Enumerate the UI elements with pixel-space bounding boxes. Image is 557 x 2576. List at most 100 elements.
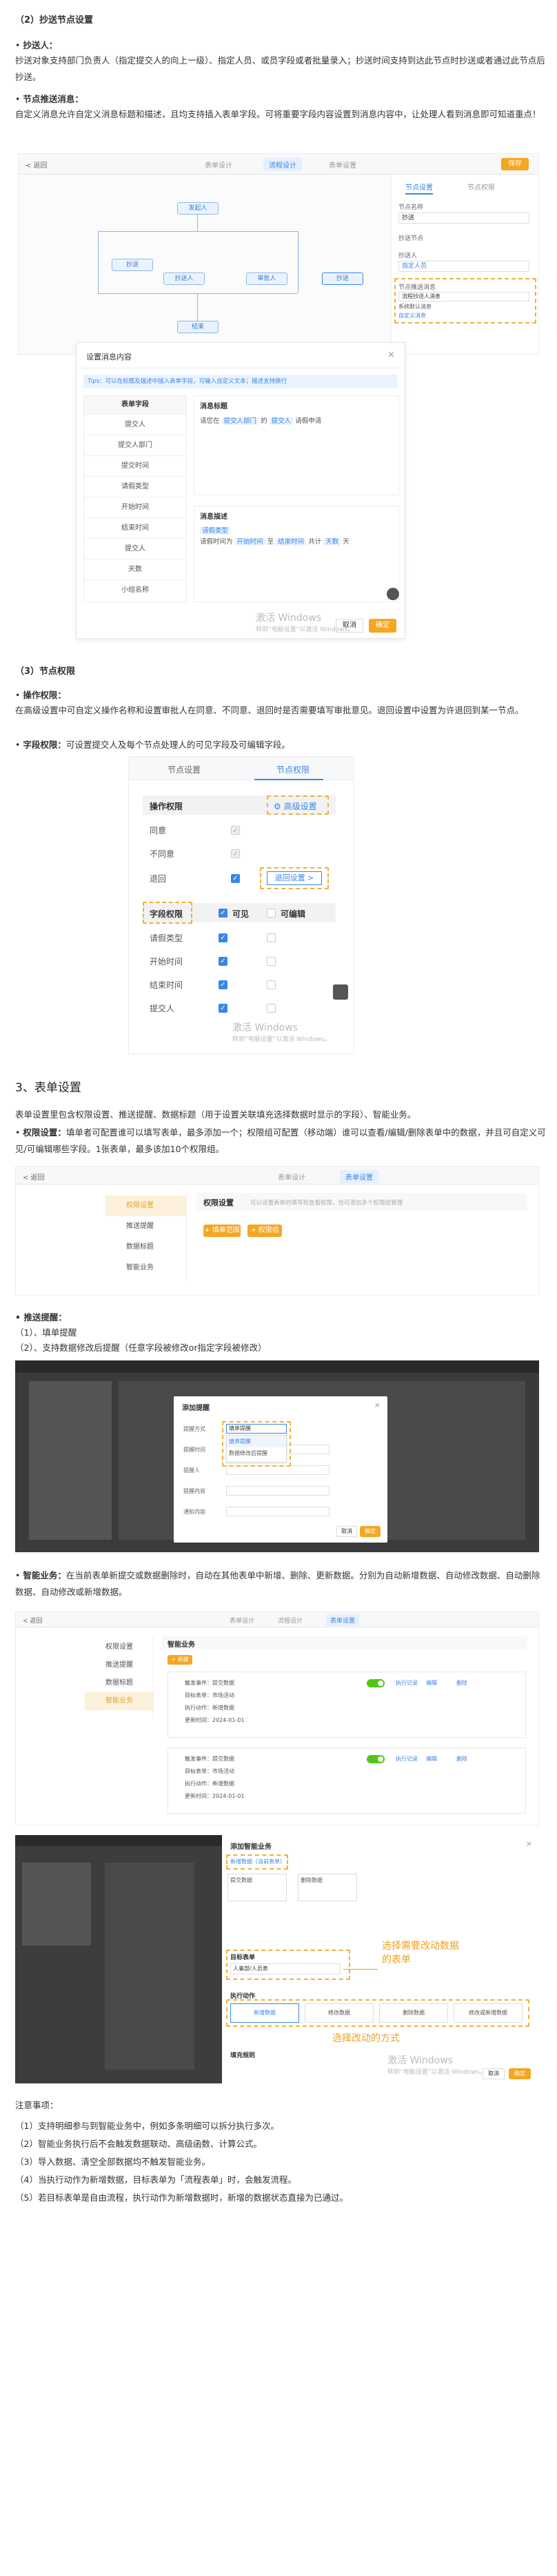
sidebar-item[interactable]: 智能业务 [105, 1258, 186, 1278]
exec-option[interactable]: 修改或新增数据 [454, 2003, 523, 2023]
field-list-item[interactable]: 结束时间 [84, 517, 186, 538]
exec-option[interactable]: 新增数据 [230, 2003, 299, 2023]
sidebar-item[interactable]: 数据标题 [85, 1674, 153, 1692]
back-link[interactable]: < 返回 [26, 159, 48, 170]
field-chip[interactable]: 提交人 [269, 417, 294, 425]
close-icon[interactable]: × [387, 350, 395, 360]
ok-button[interactable]: 确定 [369, 619, 396, 633]
card-action[interactable]: 编辑 [426, 1679, 437, 1687]
card-action[interactable]: 编辑 [426, 1755, 437, 1763]
reminder-type-select[interactable]: 填单提醒 [226, 1424, 287, 1434]
field-list-item[interactable]: 天数 [84, 559, 186, 579]
sidebar-item[interactable]: 权限设置 [105, 1196, 186, 1216]
sidebar-item[interactable]: 推送提醒 [105, 1216, 186, 1237]
visible-checkbox[interactable]: ✓ [219, 957, 227, 966]
tab-node-permission[interactable]: 节点权限 [276, 764, 310, 775]
field-list-item[interactable]: 提交人 [84, 414, 186, 435]
field-list-item[interactable]: 提交人 [84, 538, 186, 559]
add-perm-group-button[interactable]: + 权限组 [247, 1225, 282, 1237]
tab-node-settings[interactable]: 节点设置 [168, 764, 201, 775]
flow-node[interactable]: 抄送 [112, 259, 153, 271]
form-input[interactable] [226, 1486, 330, 1496]
scroll-icon[interactable] [333, 984, 348, 1000]
trigger-tab[interactable]: 新增数据（当前表单） [230, 1858, 285, 1865]
field-chip[interactable]: 提交人部门 [221, 417, 259, 425]
push-message-select[interactable]: 流程抄送人消息 [398, 292, 529, 301]
form-input[interactable] [226, 1507, 330, 1516]
dropdown-option[interactable]: 填单提醒 [227, 1436, 286, 1447]
ok-button[interactable]: 确定 [509, 2068, 531, 2079]
card-action[interactable]: 删除 [456, 1679, 467, 1687]
field-list-item[interactable]: 请假类型 [84, 476, 186, 497]
tab-flow-design[interactable]: 流程设计 [263, 158, 302, 171]
enable-toggle[interactable] [367, 1679, 385, 1687]
sidebar-item[interactable]: 推送提醒 [85, 1656, 153, 1674]
close-icon[interactable]: × [526, 1839, 532, 1848]
editable-checkbox[interactable] [267, 957, 276, 966]
advanced-settings-link[interactable]: ⚙ 高级设置 [274, 800, 317, 812]
target-form-select[interactable]: 人事部/人员表 [230, 1963, 341, 1974]
back-settings-button[interactable]: 退回设置 > [267, 871, 322, 885]
back-link[interactable]: < 返回 [23, 1171, 45, 1182]
field-chip[interactable]: 天数 [323, 538, 341, 546]
panel-tab-permission[interactable]: 节点权限 [467, 181, 495, 192]
title-editor[interactable]: 消息标题 请您在 提交人部门 的 提交人 请假申请 [194, 395, 399, 495]
exec-option[interactable]: 修改数据 [305, 2003, 374, 2023]
dropdown-option[interactable]: 自定义消息 [398, 312, 426, 319]
add-fill-scope-button[interactable]: + 填单范围 [203, 1225, 241, 1237]
cancel-button[interactable]: 取消 [336, 1526, 357, 1537]
dropdown-option[interactable]: 数据修改后提醒 [227, 1447, 286, 1459]
field-list-item[interactable]: 小组名称 [84, 579, 186, 600]
tab-form-settings[interactable]: 表单设置 [326, 1614, 360, 1626]
card-action[interactable]: 删除 [456, 1755, 467, 1763]
tab-form-design[interactable]: 表单设计 [278, 1171, 305, 1182]
sidebar-item[interactable]: 智能业务 [85, 1692, 153, 1710]
exec-option[interactable]: 删除数据 [379, 2003, 448, 2023]
trigger-option[interactable]: 删除数据 [298, 1874, 357, 1901]
visible-all-checkbox[interactable]: ✓ [219, 909, 227, 918]
visible-checkbox[interactable]: ✓ [219, 933, 227, 942]
back-link[interactable]: < 返回 [23, 1616, 42, 1625]
scroll-top-icon[interactable] [387, 588, 399, 600]
ok-button[interactable]: 确定 [360, 1526, 381, 1537]
enable-toggle[interactable] [367, 1755, 385, 1763]
cc-person-input[interactable]: 指定人员 [398, 261, 529, 272]
close-icon[interactable]: × [374, 1400, 381, 1409]
node-name-input[interactable]: 抄送 [398, 212, 529, 224]
card-action[interactable]: 执行记录 [396, 1755, 418, 1763]
field-chip[interactable]: 开始时间 [234, 538, 265, 546]
tab-form-design[interactable]: 表单设计 [230, 1616, 254, 1625]
field-chip[interactable]: 请假类型 [200, 527, 231, 535]
flow-node[interactable]: 结束 [177, 321, 219, 333]
panel-tab-settings[interactable]: 节点设置 [405, 181, 433, 195]
sidebar-item[interactable]: 权限设置 [85, 1638, 153, 1656]
field-list-item[interactable]: 提交时间 [84, 455, 186, 476]
desc-editor[interactable]: 消息描述 请假类型 请假时间为 开始时间 至 结束时间 共计 天数 天 [194, 506, 399, 602]
add-smart-button[interactable]: + 新建 [168, 1655, 192, 1665]
op-checkbox[interactable]: ✓ [231, 874, 240, 883]
editable-all-checkbox[interactable] [267, 909, 276, 918]
save-button[interactable]: 保存 [501, 158, 529, 170]
visible-checkbox[interactable]: ✓ [219, 1004, 227, 1013]
editable-checkbox[interactable] [267, 1004, 276, 1013]
editable-checkbox[interactable] [267, 933, 276, 942]
cancel-button[interactable]: 取消 [336, 619, 363, 633]
trigger-option[interactable]: 提交数据 [227, 1874, 287, 1901]
flow-node[interactable]: 审批人 [246, 273, 287, 285]
tab-flow-design[interactable]: 流程设计 [278, 1616, 303, 1625]
sidebar-item[interactable]: 数据标题 [105, 1237, 186, 1258]
visible-checkbox[interactable]: ✓ [219, 980, 227, 989]
tab-form-settings[interactable]: 表单设置 [340, 1170, 378, 1183]
flow-node[interactable]: 发起人 [177, 202, 219, 215]
form-input[interactable] [226, 1465, 330, 1475]
field-list-item[interactable]: 提交人部门 [84, 435, 186, 455]
editable-checkbox[interactable] [267, 980, 276, 989]
card-action[interactable]: 执行记录 [396, 1679, 418, 1687]
tab-form-settings[interactable]: 表单设置 [329, 159, 356, 170]
flow-node[interactable]: 抄送人 [163, 273, 205, 285]
flow-node[interactable]: 抄送 [322, 273, 363, 285]
cancel-button[interactable]: 取消 [483, 2068, 505, 2079]
field-chip[interactable]: 结束时间 [276, 538, 307, 546]
field-list-item[interactable]: 开始时间 [84, 497, 186, 517]
tab-form-design[interactable]: 表单设计 [205, 159, 232, 170]
